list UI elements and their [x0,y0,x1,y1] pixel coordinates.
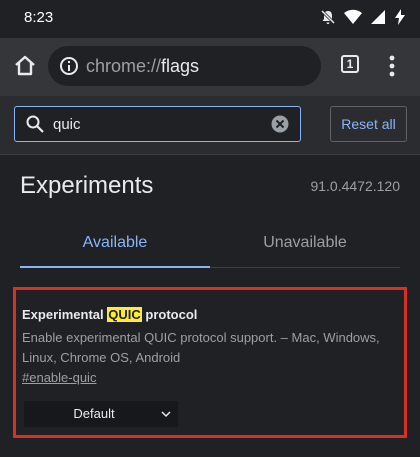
flag-state-value: Default [73,406,115,421]
search-input[interactable] [53,113,253,135]
signal-icon: x [371,10,385,24]
search-box[interactable] [14,106,301,142]
wifi-icon [344,9,362,24]
battery-charging-icon [395,9,405,25]
status-bar: 8:23 x [0,0,420,38]
overflow-menu-icon [389,55,395,77]
search-match-highlight: QUIC [107,307,142,322]
flag-permalink[interactable]: #enable-quic [22,370,96,385]
omnibox[interactable]: chrome://flags [48,46,321,86]
tab-switcher-button[interactable]: 1 [341,55,359,73]
url-scheme: chrome:// [86,56,162,76]
clear-search-icon[interactable] [271,115,289,133]
info-icon[interactable] [59,56,79,76]
status-icons: x [320,8,406,26]
flag-title-prefix: Experimental [22,307,108,322]
tab-available[interactable]: Available [20,234,210,252]
home-icon [15,55,35,76]
home-button[interactable] [10,51,40,81]
version-label: 91.0.4472.120 [310,178,400,194]
flag-state-select[interactable]: Default [24,401,178,427]
reset-all-button[interactable]: Reset all [330,106,407,142]
flag-title: Experimental QUIC protocol [22,307,197,322]
overflow-menu-button[interactable] [382,52,402,80]
bell-muted-icon [320,9,336,25]
status-time: 8:23 [24,9,54,26]
flag-description: Enable experimental QUIC protocol suppor… [22,330,380,365]
svg-text:x: x [374,13,378,20]
url-host: flags [161,56,200,76]
flag-title-suffix: protocol [141,307,198,322]
chevron-down-icon [161,411,171,418]
search-icon [26,115,44,133]
tab-selected-indicator [20,266,210,268]
tab-unavailable[interactable]: Unavailable [210,234,400,252]
flag-card-enable-quic: Experimental QUIC protocol Enable experi… [13,287,407,438]
flags-search-row: Reset all [0,96,420,155]
page-title: Experiments [20,172,154,199]
url-text[interactable]: chrome://flags [86,56,199,77]
tab-divider [210,267,400,268]
browser-toolbar: chrome://flags 1 [0,38,420,96]
